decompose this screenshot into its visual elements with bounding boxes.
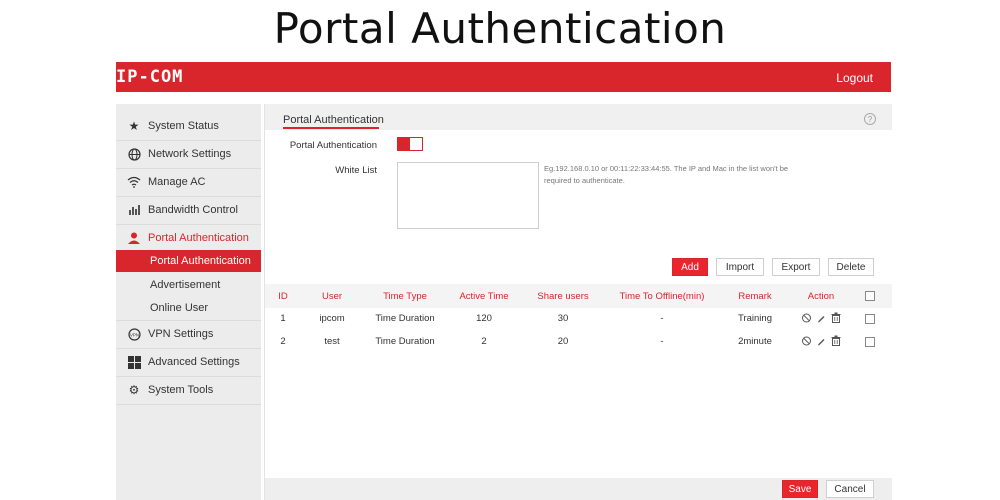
row-checkbox[interactable]	[865, 337, 875, 347]
sidebar-item-system-status[interactable]: ★ System Status	[116, 112, 261, 140]
section-title-underline	[283, 127, 379, 129]
sidebar-item-label: Manage AC	[148, 176, 206, 188]
main-content: Portal Authentication ? Portal Authentic…	[264, 104, 892, 500]
help-icon[interactable]: ?	[864, 113, 876, 125]
sidebar-item-label: Bandwidth Control	[148, 204, 238, 216]
select-all-checkbox[interactable]	[865, 291, 875, 301]
grid-icon	[126, 355, 142, 369]
cell-active-time: 120	[476, 313, 492, 324]
cell-time-to-offline: -	[660, 313, 664, 324]
disable-icon[interactable]	[801, 312, 812, 323]
disable-icon[interactable]	[801, 335, 812, 346]
sidebar-item-bandwidth-control[interactable]: Bandwidth Control	[116, 196, 261, 224]
cell-share-users: 30	[557, 313, 569, 324]
column-header: Action	[807, 291, 835, 302]
star-icon: ★	[128, 119, 140, 133]
column-header: Time Type	[383, 291, 427, 302]
sidebar-subitem-portal-authentication[interactable]: Portal Authentication	[116, 250, 261, 272]
cell-remark: Training	[738, 313, 772, 324]
vpn-icon: VPN	[126, 327, 142, 341]
portal-auth-toggle[interactable]	[397, 137, 423, 151]
bar-chart-icon	[126, 203, 142, 217]
row-actions	[801, 335, 842, 346]
sidebar-item-label: VPN Settings	[148, 328, 214, 340]
divider	[116, 404, 261, 405]
sidebar-item-system-tools[interactable]: ⚙ System Tools	[116, 376, 261, 404]
sidebar-item-label: Portal Authentication	[148, 232, 249, 244]
sidebar-subitem-advertisement[interactable]: Advertisement	[116, 274, 261, 296]
column-header: Time To Offline(min)	[619, 291, 705, 302]
cell-time-to-offline: -	[660, 336, 664, 347]
cell-remark: 2minute	[738, 336, 772, 347]
column-header: User	[321, 291, 343, 302]
cell-time-type: Time Duration	[375, 313, 435, 324]
gears-icon: ⚙	[128, 383, 140, 397]
user-icon	[126, 231, 142, 245]
cell-time-type: Time Duration	[375, 336, 435, 347]
sidebar-item-label: System Tools	[148, 384, 214, 396]
cell-active-time: 2	[481, 336, 487, 347]
cell-share-users: 20	[557, 336, 569, 347]
column-header: ID	[278, 291, 288, 302]
form-footer: Save Cancel	[265, 478, 892, 500]
sidebar-item-network-settings[interactable]: Network Settings	[116, 140, 261, 168]
row-checkbox[interactable]	[865, 314, 875, 324]
table-row: 2 test Time Duration 2 20 - 2minute	[265, 330, 892, 353]
top-bar: IP-COM Logout	[116, 62, 891, 92]
sidebar-item-label: System Status	[148, 120, 219, 132]
add-button[interactable]: Add	[672, 258, 708, 276]
column-header: Active Time	[459, 291, 509, 302]
trash-icon[interactable]	[831, 335, 842, 346]
content-header: Portal Authentication ?	[265, 104, 892, 130]
sidebar-item-portal-authentication[interactable]: Portal Authentication	[116, 224, 261, 252]
cell-user: ipcom	[319, 313, 345, 324]
cell-id: 2	[280, 336, 286, 347]
app-window: IP-COM Logout ★ System Status Network Se…	[116, 62, 892, 500]
globe-icon	[126, 147, 142, 161]
white-list-label: White List	[335, 165, 377, 176]
wifi-icon	[126, 175, 142, 189]
svg-text:VPN: VPN	[129, 332, 138, 337]
table-row: 1 ipcom Time Duration 120 30 - Training	[265, 307, 892, 330]
sidebar-subitem-online-user[interactable]: Online User	[116, 297, 261, 319]
column-header: Remark	[738, 291, 772, 302]
cell-user: test	[324, 336, 340, 347]
sidebar-item-label: Advanced Settings	[148, 356, 240, 368]
edit-icon[interactable]	[816, 335, 827, 346]
cancel-button[interactable]: Cancel	[826, 480, 874, 498]
toggle-knob	[398, 138, 410, 150]
trash-icon[interactable]	[831, 312, 842, 323]
sidebar: ★ System Status Network Settings Manage …	[116, 104, 261, 500]
logout-link[interactable]: Logout	[836, 71, 873, 85]
row-actions	[801, 312, 842, 323]
sidebar-item-advanced-settings[interactable]: Advanced Settings	[116, 348, 261, 376]
edit-icon[interactable]	[816, 312, 827, 323]
save-button[interactable]: Save	[782, 480, 818, 498]
column-header: Share users	[537, 291, 589, 302]
sidebar-item-manage-ac[interactable]: Manage AC	[116, 168, 261, 196]
portal-auth-label: Portal Authentication	[289, 140, 377, 151]
white-list-hint: Eg.192.168.0.10 or 00:11:22:33:44:55. Th…	[544, 164, 789, 185]
import-button[interactable]: Import	[716, 258, 764, 276]
page-title: Portal Authentication	[273, 4, 727, 53]
table-header: ID User Time Type Active Time Share user…	[265, 284, 892, 308]
export-button[interactable]: Export	[772, 258, 820, 276]
sidebar-item-label: Network Settings	[148, 148, 232, 160]
cell-id: 1	[280, 313, 286, 324]
section-title: Portal Authentication	[283, 114, 384, 126]
sidebar-item-vpn-settings[interactable]: VPN VPN Settings	[116, 320, 261, 348]
delete-button[interactable]: Delete	[828, 258, 874, 276]
brand-logo: IP-COM	[116, 67, 184, 87]
white-list-textarea[interactable]	[397, 162, 539, 229]
